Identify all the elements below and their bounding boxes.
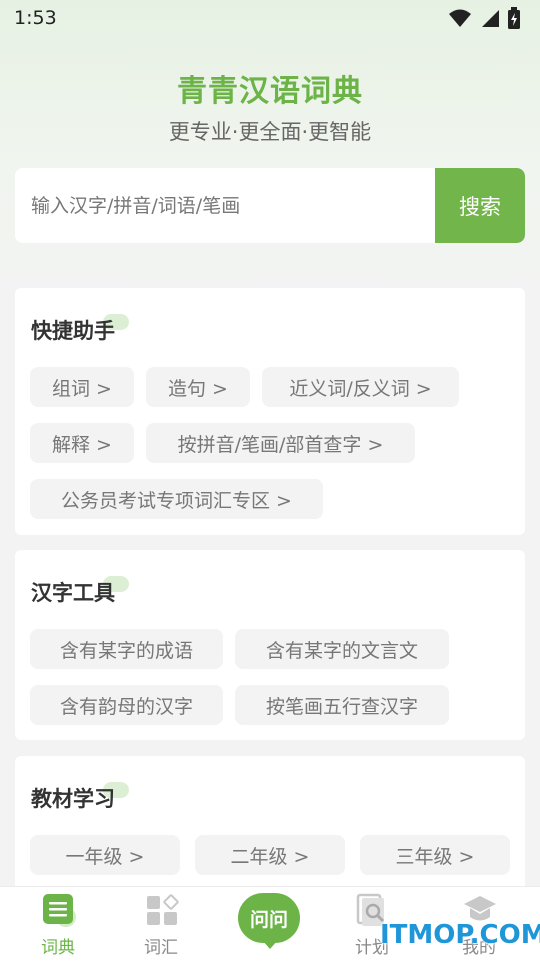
- chip-civil-service-vocabulary[interactable]: 公务员考试专项词汇专区 >: [30, 479, 323, 519]
- status-time: 1:53: [14, 7, 57, 29]
- ask-button[interactable]: 问问: [238, 893, 300, 943]
- ask-bubble-tail: [262, 940, 278, 949]
- quick-assistant-card: 快捷助手 组词 > 造句 > 近义词/反义词 > 解释 > 按拼音/笔画/部首查…: [15, 288, 525, 535]
- chip-idioms-with-char[interactable]: 含有某字的成语: [30, 629, 223, 669]
- chip-chars-with-final[interactable]: 含有韵母的汉字: [30, 685, 223, 725]
- chip-chars-by-stroke-five-elements[interactable]: 按笔画五行查汉字: [235, 685, 449, 725]
- quick-assistant-title: 快捷助手: [31, 319, 115, 343]
- hanzi-tools-card: 汉字工具 含有某字的成语 含有某字的文言文 含有韵母的汉字 按笔画五行查汉字: [15, 550, 525, 740]
- tab-vocabulary-label: 词汇: [144, 938, 178, 958]
- tab-dictionary-label: 词典: [41, 938, 75, 958]
- search-button[interactable]: 搜索: [435, 168, 525, 243]
- chip-word-formation[interactable]: 组词 >: [30, 367, 134, 407]
- chip-grade-1[interactable]: 一年级 >: [30, 835, 180, 875]
- status-bar: 1:53: [0, 0, 540, 36]
- watermark-logo: ITMOP.COM: [380, 920, 540, 950]
- vocabulary-grid-icon: [147, 894, 179, 925]
- chip-explanation[interactable]: 解释 >: [30, 423, 134, 463]
- app-title: 青青汉语词典: [177, 74, 363, 109]
- chip-lookup-by-pinyin-stroke-radical[interactable]: 按拼音/笔画/部首查字 >: [146, 423, 415, 463]
- signal-icon: [482, 10, 499, 27]
- search-input[interactable]: [15, 168, 435, 243]
- dictionary-icon: [43, 894, 76, 927]
- hero-background: [0, 0, 540, 300]
- chip-sentence-making[interactable]: 造句 >: [146, 367, 250, 407]
- tab-vocabulary[interactable]: 词汇: [107, 887, 215, 961]
- chip-grade-3[interactable]: 三年级 >: [360, 835, 510, 875]
- chip-synonyms-antonyms[interactable]: 近义词/反义词 >: [262, 367, 459, 407]
- tab-dictionary[interactable]: 词典: [4, 887, 112, 961]
- hanzi-tools-title: 汉字工具: [31, 581, 115, 605]
- wifi-icon: [449, 9, 471, 27]
- textbook-study-title: 教材学习: [31, 787, 115, 811]
- chip-classical-texts-with-char[interactable]: 含有某字的文言文: [235, 629, 449, 669]
- app-subtitle: 更专业·更全面·更智能: [168, 120, 372, 144]
- status-icons: [448, 7, 520, 29]
- search-bar: 搜索: [15, 168, 525, 243]
- battery-charging-icon: [508, 7, 520, 29]
- chip-grade-2[interactable]: 二年级 >: [195, 835, 345, 875]
